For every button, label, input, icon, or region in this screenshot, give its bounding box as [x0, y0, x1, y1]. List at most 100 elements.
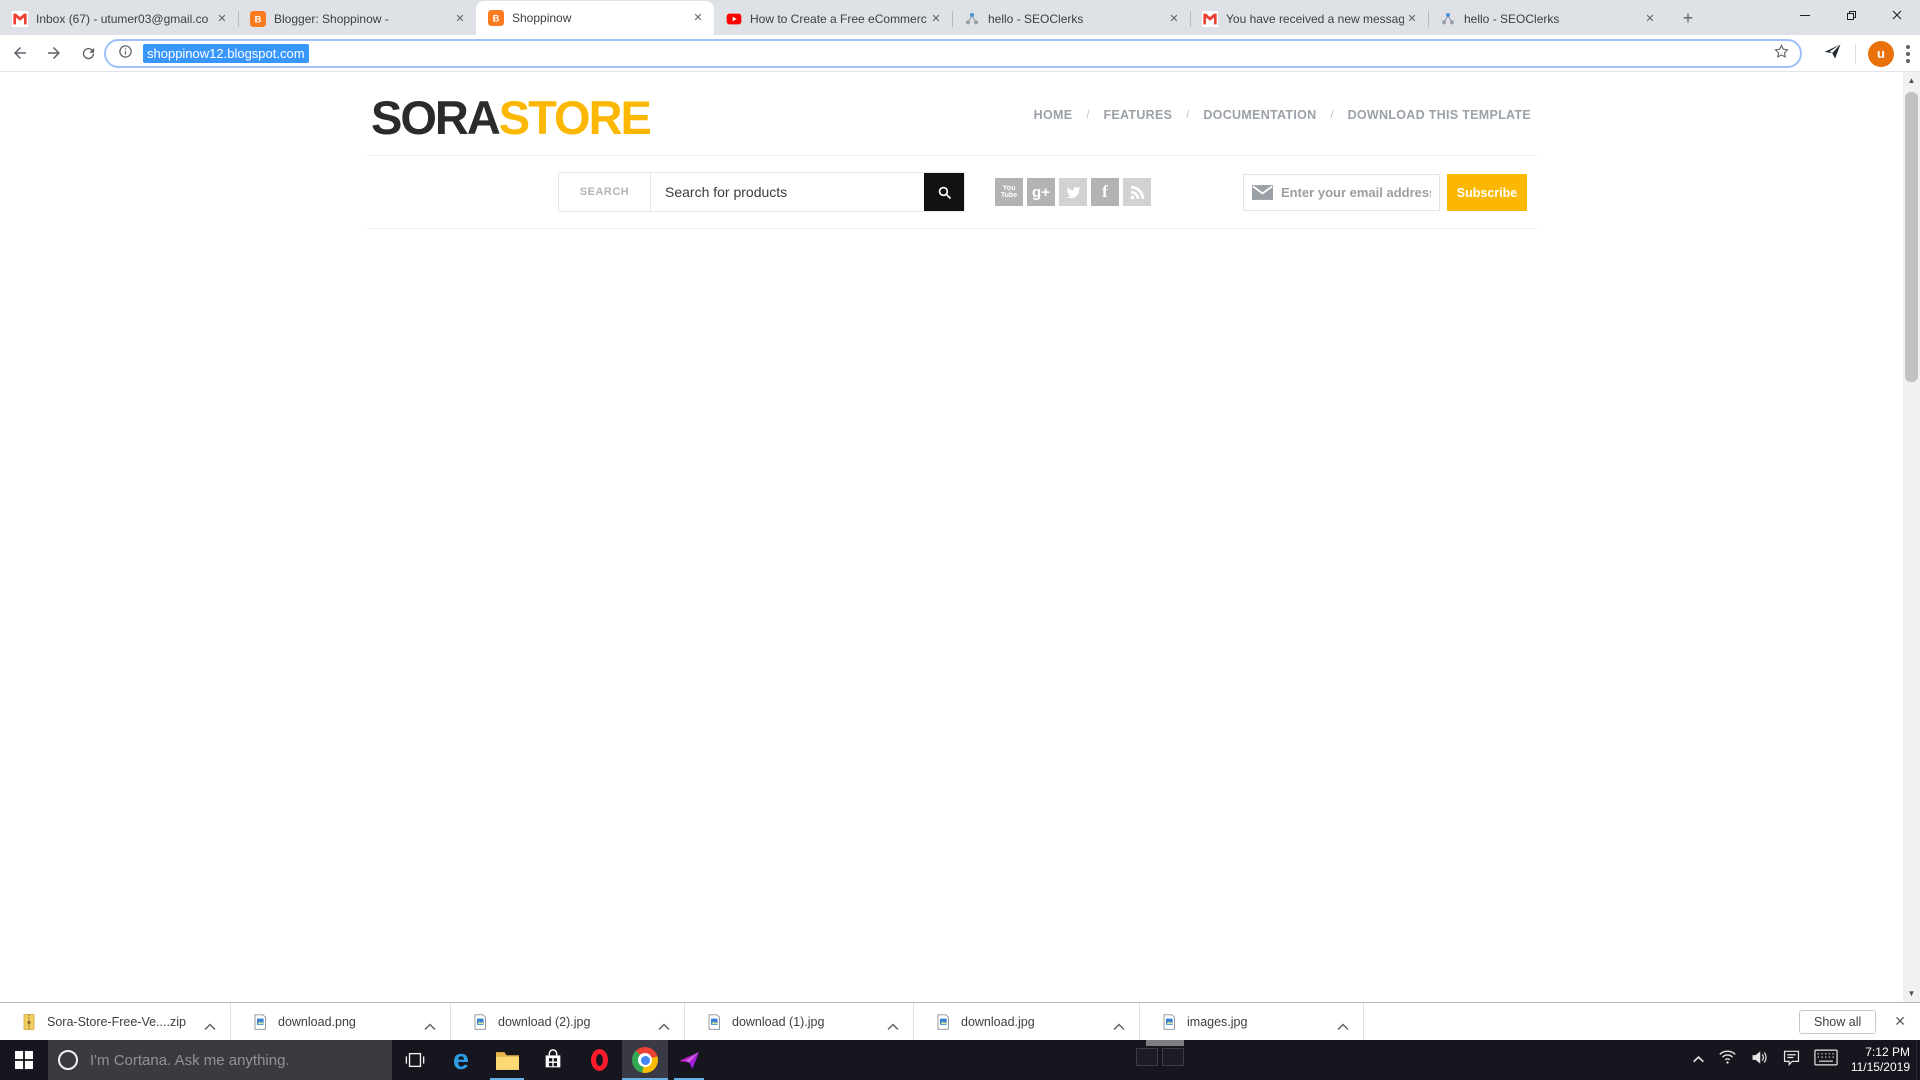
image-file-icon — [472, 1014, 488, 1030]
download-item[interactable]: download (1).jpg — [685, 1003, 914, 1040]
volume-icon[interactable] — [1750, 1049, 1769, 1071]
browser-tab[interactable]: hello - SEOClerks✕ — [952, 2, 1190, 35]
close-downloads-bar-icon[interactable]: ✕ — [1894, 1013, 1906, 1030]
nav-item-home[interactable]: HOME — [1034, 108, 1073, 122]
svg-text:B: B — [493, 13, 500, 23]
twitter-icon[interactable] — [1059, 178, 1087, 206]
email-field[interactable] — [1281, 185, 1431, 200]
nav-item-documentation[interactable]: DOCUMENTATION — [1203, 108, 1316, 122]
gmail-favicon — [1202, 11, 1218, 27]
subscribe-button[interactable]: Subscribe — [1447, 174, 1527, 211]
browser-tab[interactable]: BBlogger: Shoppinow -✕ — [238, 2, 476, 35]
taskbar-chrome[interactable] — [622, 1040, 668, 1080]
purple-arrow-icon — [677, 1048, 701, 1072]
taskbar-store[interactable] — [530, 1040, 576, 1080]
page-scrollbar[interactable]: ▲ ▼ — [1903, 72, 1920, 1002]
tab-close-icon[interactable]: ✕ — [214, 11, 230, 27]
back-icon[interactable] — [6, 39, 34, 67]
notification-icon[interactable] — [1782, 1049, 1801, 1071]
seoclerks-favicon — [1440, 11, 1456, 27]
store-icon — [542, 1049, 564, 1071]
download-item[interactable]: Sora-Store-Free-Ve....zip — [0, 1003, 231, 1040]
cortana-icon — [58, 1050, 78, 1070]
tab-close-icon[interactable]: ✕ — [928, 11, 944, 27]
gmail-favicon — [1202, 11, 1218, 27]
download-chevron-icon[interactable] — [658, 1018, 670, 1026]
new-tab-button[interactable]: + — [1674, 4, 1702, 32]
web-page: SORASTORE HOME/FEATURES/DOCUMENTATION/DO… — [0, 72, 1920, 1002]
browser-tab[interactable]: Inbox (67) - utumer03@gmail.co✕ — [0, 2, 238, 35]
zip-file-icon — [21, 1014, 37, 1030]
scroll-up-icon[interactable]: ▲ — [1903, 72, 1920, 89]
taskbar-file-explorer[interactable] — [484, 1040, 530, 1080]
extension-send-icon[interactable] — [1823, 41, 1843, 66]
download-file-name: download (1).jpg — [732, 1015, 824, 1029]
hidden-icons-chevron[interactable] — [1692, 1051, 1705, 1069]
search-button[interactable] — [924, 173, 964, 211]
download-item[interactable]: download.jpg — [914, 1003, 1140, 1040]
download-file-name: download.jpg — [961, 1015, 1035, 1029]
restore-button[interactable] — [1828, 0, 1874, 30]
download-chevron-icon[interactable] — [887, 1018, 899, 1026]
seoclerks-favicon — [964, 11, 980, 27]
nav-item-features[interactable]: FEATURES — [1103, 108, 1172, 122]
tab-close-icon[interactable]: ✕ — [690, 10, 706, 26]
profile-avatar[interactable]: u — [1868, 41, 1894, 67]
download-chevron-icon[interactable] — [1113, 1018, 1125, 1026]
download-chevron-icon[interactable] — [424, 1018, 436, 1026]
browser-tab[interactable]: hello - SEOClerks✕ — [1428, 2, 1666, 35]
search-input[interactable] — [651, 173, 924, 211]
taskbar-purple-app[interactable] — [668, 1040, 710, 1080]
tab-close-icon[interactable]: ✕ — [1166, 11, 1182, 27]
windows-taskbar: I'm Cortana. Ask me anything. e — [0, 1040, 1920, 1080]
rss-icon[interactable] — [1123, 178, 1151, 206]
taskbar-edge[interactable]: e — [438, 1040, 484, 1080]
download-item[interactable]: download.png — [231, 1003, 451, 1040]
blogger-favicon: B — [250, 11, 266, 27]
tab-close-icon[interactable]: ✕ — [1404, 11, 1420, 27]
googleplus-icon[interactable]: g+ — [1027, 178, 1055, 206]
seoclerks-favicon — [1440, 11, 1456, 27]
forward-icon[interactable] — [40, 39, 68, 67]
youtube-icon[interactable]: YouTube — [995, 178, 1023, 206]
tab-close-icon[interactable]: ✕ — [452, 11, 468, 27]
site-logo[interactable]: SORASTORE — [371, 90, 650, 145]
touch-keyboard-icon[interactable] — [1814, 1049, 1838, 1071]
cortana-search[interactable]: I'm Cortana. Ask me anything. — [48, 1040, 392, 1080]
download-item[interactable]: download (2).jpg — [451, 1003, 685, 1040]
address-bar[interactable]: shoppinow12.blogspot.com — [104, 39, 1802, 68]
nav-item-download-this-template[interactable]: DOWNLOAD THIS TEMPLATE — [1348, 108, 1531, 122]
page-info-icon[interactable] — [118, 44, 133, 64]
scrollbar-thumb[interactable] — [1905, 92, 1918, 382]
browser-tab[interactable]: How to Create a Free eCommerc✕ — [714, 2, 952, 35]
image-file-icon — [1161, 1014, 1177, 1030]
download-chevron-icon[interactable] — [204, 1018, 216, 1026]
bookmark-star-icon[interactable] — [1773, 43, 1790, 65]
download-chevron-icon[interactable] — [1337, 1018, 1349, 1026]
show-desktop-button[interactable] — [1916, 1040, 1920, 1080]
wifi-icon[interactable] — [1718, 1049, 1737, 1071]
browser-tab[interactable]: You have received a new messag✕ — [1190, 2, 1428, 35]
chrome-menu-icon[interactable] — [1906, 45, 1910, 63]
nav-separator: / — [1086, 109, 1089, 121]
gmail-favicon — [12, 11, 28, 27]
start-button[interactable] — [0, 1040, 48, 1080]
youtube-favicon — [726, 11, 742, 27]
browser-tab[interactable]: BShoppinow✕ — [476, 1, 714, 35]
image-file-icon — [252, 1014, 268, 1030]
windows-logo-icon — [15, 1051, 33, 1069]
tab-close-icon[interactable]: ✕ — [1642, 11, 1658, 27]
url-text-selected[interactable]: shoppinow12.blogspot.com — [143, 44, 309, 63]
download-item[interactable]: images.jpg — [1140, 1003, 1364, 1040]
task-view-button[interactable] — [392, 1040, 438, 1080]
taskbar-opera[interactable] — [576, 1040, 622, 1080]
edge-icon: e — [453, 1046, 469, 1075]
close-window-button[interactable] — [1874, 0, 1920, 30]
taskbar-clock[interactable]: 7:12 PM 11/15/2019 — [1851, 1045, 1914, 1075]
facebook-icon[interactable]: f — [1091, 178, 1119, 206]
show-all-downloads-button[interactable]: Show all — [1799, 1010, 1876, 1034]
scroll-down-icon[interactable]: ▼ — [1903, 985, 1920, 1002]
minimize-button[interactable] — [1782, 0, 1828, 30]
download-items: Sora-Store-Free-Ve....zipdownload.pngdow… — [0, 1003, 1364, 1040]
reload-icon[interactable] — [74, 39, 102, 67]
